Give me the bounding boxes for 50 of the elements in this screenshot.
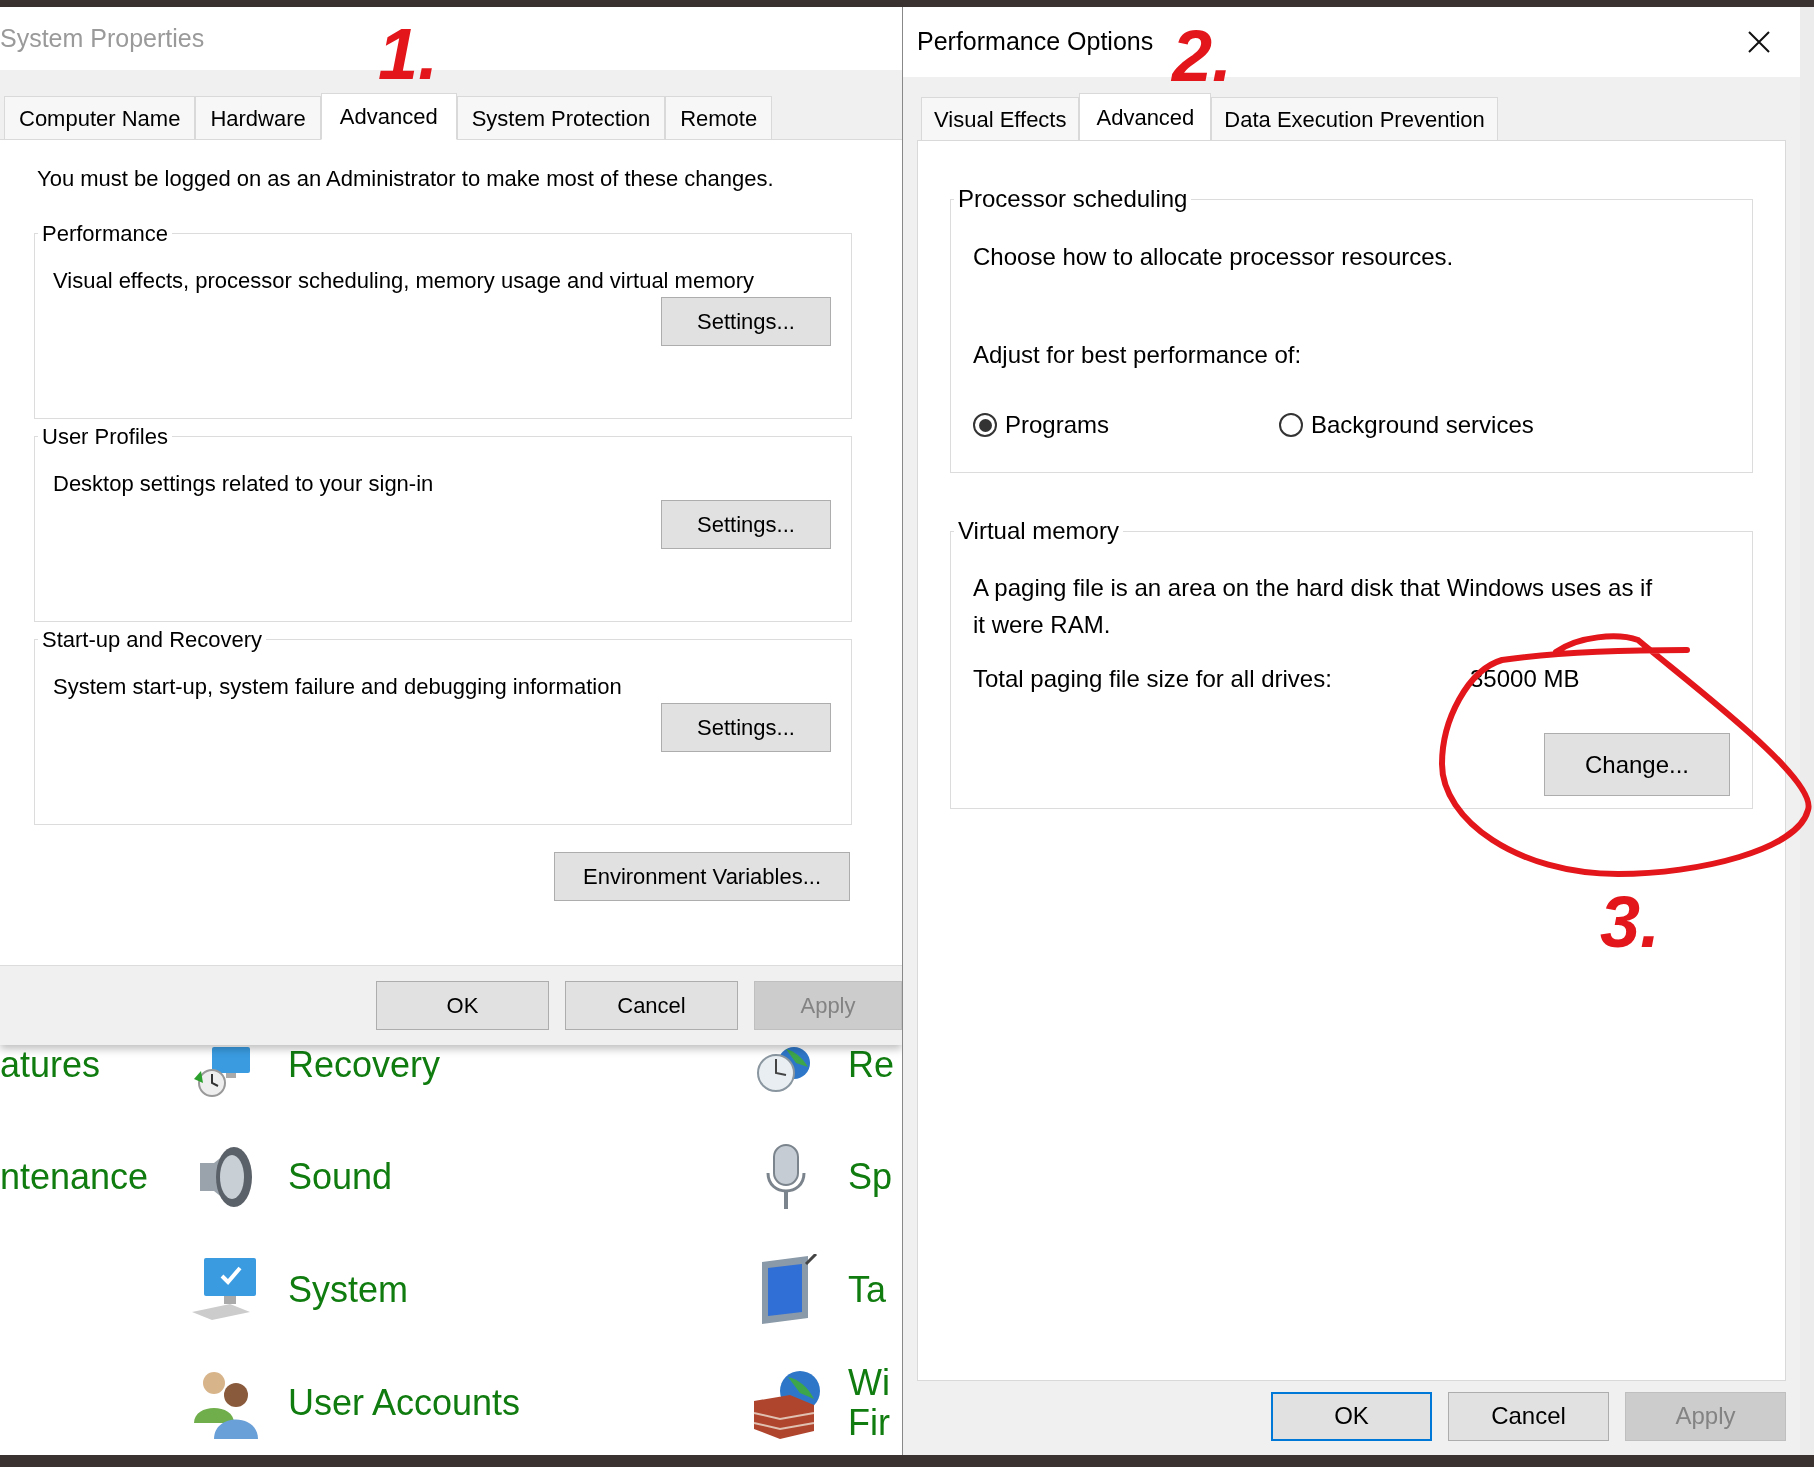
environment-variables-button[interactable]: Environment Variables... [554,852,850,901]
control-panel-link[interactable]: User Accounts [288,1382,521,1423]
group-title: Processor scheduling [957,184,1189,214]
close-icon [1748,31,1770,53]
group-title: Virtual memory [957,516,1120,546]
control-panel-link[interactable]: ntenance [0,1156,149,1197]
control-panel-link[interactable]: Ta [848,1269,887,1310]
annotation-number: 3. [1600,886,1661,958]
tab[interactable]: System Protection [456,96,666,139]
dialog-button[interactable]: Cancel [1448,1391,1609,1441]
group-title: Performance [41,220,169,248]
control-panel-link[interactable]: Re [848,1045,895,1085]
window-title: System Properties [0,22,205,54]
dialog-button[interactable]: OK [376,981,549,1030]
change-button[interactable]: Change... [1544,733,1730,796]
dialog-button[interactable]: OK [1271,1391,1432,1441]
radio-option[interactable]: Background services [1279,407,1534,443]
control-panel-link[interactable]: System [288,1269,409,1310]
notice-text: You must be logged on as an Administrator to make most of these changes. [36,165,775,193]
control-panel-link[interactable]: atures [0,1045,101,1085]
group-description: Visual effects, processor scheduling, memory usage and virtual memory [53,267,756,295]
annotation-number: 2. [1172,20,1233,92]
tab[interactable]: Remote [665,96,773,139]
control-panel-link[interactable]: Sound [288,1156,393,1197]
group-description: Desktop settings related to your sign-in [53,470,435,498]
tab[interactable]: Hardware [195,96,321,139]
group-description: A paging file is an area on the hard disk that Windows uses as if it were RAM. [973,573,1654,640]
annotation-number: 1. [378,18,439,90]
tab[interactable]: Data Execution Prevention [1211,97,1498,140]
control-panel-link[interactable]: Sp [848,1156,893,1197]
radio-option[interactable]: Programs [973,407,1279,443]
settings-button[interactable]: Settings... [661,500,831,549]
settings-button[interactable]: Settings... [661,703,831,752]
control-panel-link[interactable]: Recovery [288,1045,441,1085]
group-description: System start-up, system failure and debugging information [53,673,623,701]
prompt-text: Adjust for best performance of: [973,340,1303,370]
tab[interactable]: Advanced [1079,93,1212,141]
dialog-button[interactable]: Cancel [565,981,738,1030]
tab[interactable]: Computer Name [4,96,196,139]
control-panel-link[interactable]: Wi Fir [848,1362,890,1443]
group-title: Start-up and Recovery [41,626,264,654]
total-label: Total paging file size for all drives: [973,664,1333,694]
radio-button[interactable] [1279,413,1303,437]
tab[interactable]: Advanced [320,93,457,140]
group-description: Choose how to allocate processor resources. [973,242,1455,272]
group-title: User Profiles [41,423,169,451]
settings-button[interactable]: Settings... [661,297,831,346]
window-title: Performance Options [917,26,1154,58]
tab[interactable]: Visual Effects [921,97,1080,140]
radio-button[interactable] [973,413,997,437]
